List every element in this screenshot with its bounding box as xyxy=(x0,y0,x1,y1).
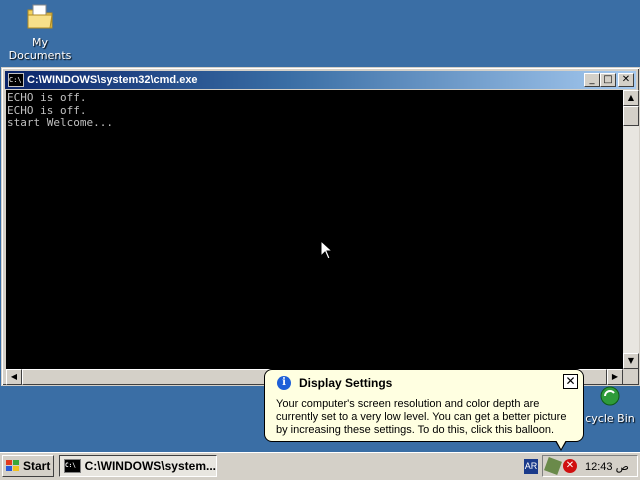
folder-icon xyxy=(27,4,53,29)
cmd-app-icon[interactable]: C:\ xyxy=(8,73,24,87)
balloon-text[interactable]: Your computer's screen resolution and co… xyxy=(276,398,576,437)
close-button[interactable]: ✕ xyxy=(618,73,634,87)
balloon-title: Display Settings xyxy=(299,376,393,390)
scroll-up-button[interactable]: ▲ xyxy=(623,90,639,106)
recycle-icon xyxy=(600,386,620,406)
balloon-tail-fill xyxy=(556,440,566,449)
minimize-button[interactable]: _ xyxy=(584,73,600,87)
clock[interactable]: 12:43 ص xyxy=(585,460,629,473)
vertical-scrollbar[interactable]: ▲ ▼ xyxy=(623,90,639,369)
taskbar-button-cmd[interactable]: C:\ C:\WINDOWS\system... xyxy=(59,455,217,477)
cmd-task-icon: C:\ xyxy=(64,459,81,473)
network-icon[interactable] xyxy=(544,457,562,475)
display-settings-balloon[interactable]: i Display Settings ✕ Your computer's scr… xyxy=(264,369,584,451)
start-label: Start xyxy=(23,459,51,473)
my-documents-icon[interactable]: My Documents xyxy=(0,2,80,62)
console-output[interactable]: ECHO is off. ECHO is off. start Welcome.… xyxy=(6,90,623,369)
windows-logo-icon xyxy=(6,460,20,472)
scroll-right-button[interactable]: ▶ xyxy=(607,369,623,385)
taskbar: Start C:\ C:\WINDOWS\system... AR ✕ 12:4… xyxy=(0,452,640,480)
window-title: C:\WINDOWS\system32\cmd.exe xyxy=(27,74,198,86)
scroll-left-button[interactable]: ◀ xyxy=(6,369,22,385)
vertical-scroll-thumb[interactable] xyxy=(623,106,639,126)
system-tray: ✕ 12:43 ص xyxy=(542,455,638,477)
security-alert-icon[interactable]: ✕ xyxy=(563,459,577,473)
recycle-bin-label: cycle Bin xyxy=(585,412,635,425)
cmd-window[interactable]: C:\ C:\WINDOWS\system32\cmd.exe _ □ ✕ EC… xyxy=(1,67,640,386)
window-titlebar[interactable]: C:\ C:\WINDOWS\system32\cmd.exe _ □ ✕ xyxy=(5,71,636,89)
scroll-down-button[interactable]: ▼ xyxy=(623,353,639,369)
maximize-button[interactable]: □ xyxy=(600,73,616,87)
info-icon: i xyxy=(277,376,291,390)
my-documents-label: My Documents xyxy=(8,36,72,62)
balloon-close-button[interactable]: ✕ xyxy=(563,374,578,389)
mouse-cursor-icon xyxy=(320,240,332,260)
recycle-bin-icon[interactable]: cycle Bin xyxy=(580,384,640,425)
taskbar-button-label: C:\WINDOWS\system... xyxy=(84,459,216,473)
language-indicator[interactable]: AR xyxy=(524,459,538,474)
start-button[interactable]: Start xyxy=(2,455,54,477)
